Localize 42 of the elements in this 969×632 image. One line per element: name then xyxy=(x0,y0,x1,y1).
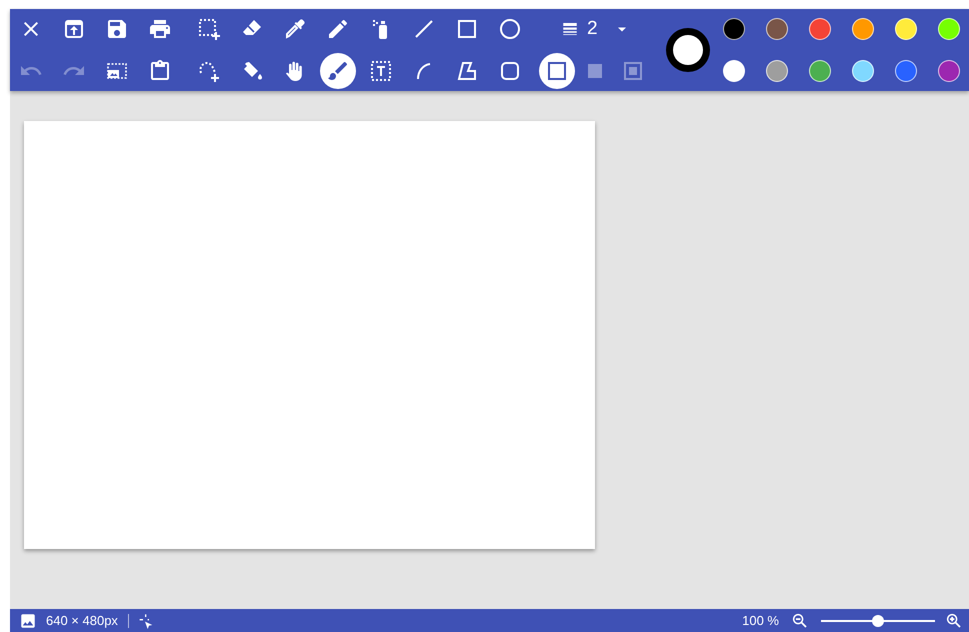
print-icon xyxy=(148,17,172,41)
color-swatch[interactable] xyxy=(722,18,744,40)
ellipse-icon xyxy=(498,17,522,41)
line-weight-icon xyxy=(561,20,579,38)
color-swatch[interactable] xyxy=(766,18,788,40)
color-swatch[interactable] xyxy=(894,60,916,82)
save-icon xyxy=(105,17,129,41)
select-icon xyxy=(197,17,221,41)
export-icon xyxy=(62,17,86,41)
slider-thumb[interactable] xyxy=(872,614,884,626)
stroke-color-ring[interactable] xyxy=(666,28,710,72)
caret-icon xyxy=(618,26,626,32)
paste-icon xyxy=(148,59,172,83)
eyedropper-icon xyxy=(283,17,307,41)
polygon-icon xyxy=(455,59,479,83)
zoom-percentage: 100 % xyxy=(742,613,779,628)
color-swatch[interactable] xyxy=(938,18,960,40)
lasso-icon xyxy=(197,59,221,83)
color-swatch[interactable] xyxy=(722,60,744,82)
brush-icon xyxy=(326,59,350,83)
color-swatch[interactable] xyxy=(766,60,788,82)
color-swatch[interactable] xyxy=(808,18,830,40)
outline-style-button[interactable] xyxy=(539,53,575,89)
color-swatch[interactable] xyxy=(852,18,874,40)
text-icon xyxy=(369,59,393,83)
color-swatch[interactable] xyxy=(938,60,960,82)
outline-icon xyxy=(545,59,569,83)
rounded-rectangle-icon xyxy=(498,59,522,83)
color-swatch[interactable] xyxy=(894,18,916,40)
brush-tool-button[interactable] xyxy=(320,53,356,89)
zoom-in-icon[interactable] xyxy=(945,612,963,630)
pencil-icon xyxy=(326,17,350,41)
rectangle-icon xyxy=(455,17,479,41)
color-swatch[interactable] xyxy=(852,60,874,82)
color-swatch[interactable] xyxy=(808,60,830,82)
outline-filled-icon xyxy=(621,59,645,83)
image-size-text: 640 × 480px xyxy=(46,613,118,628)
line-width-dropdown[interactable]: 2 xyxy=(539,11,651,47)
cursor-crosshair-icon xyxy=(138,612,155,628)
image-icon xyxy=(19,612,37,630)
fill-color-swatch[interactable] xyxy=(673,35,703,65)
zoom-out-icon[interactable] xyxy=(791,612,809,630)
